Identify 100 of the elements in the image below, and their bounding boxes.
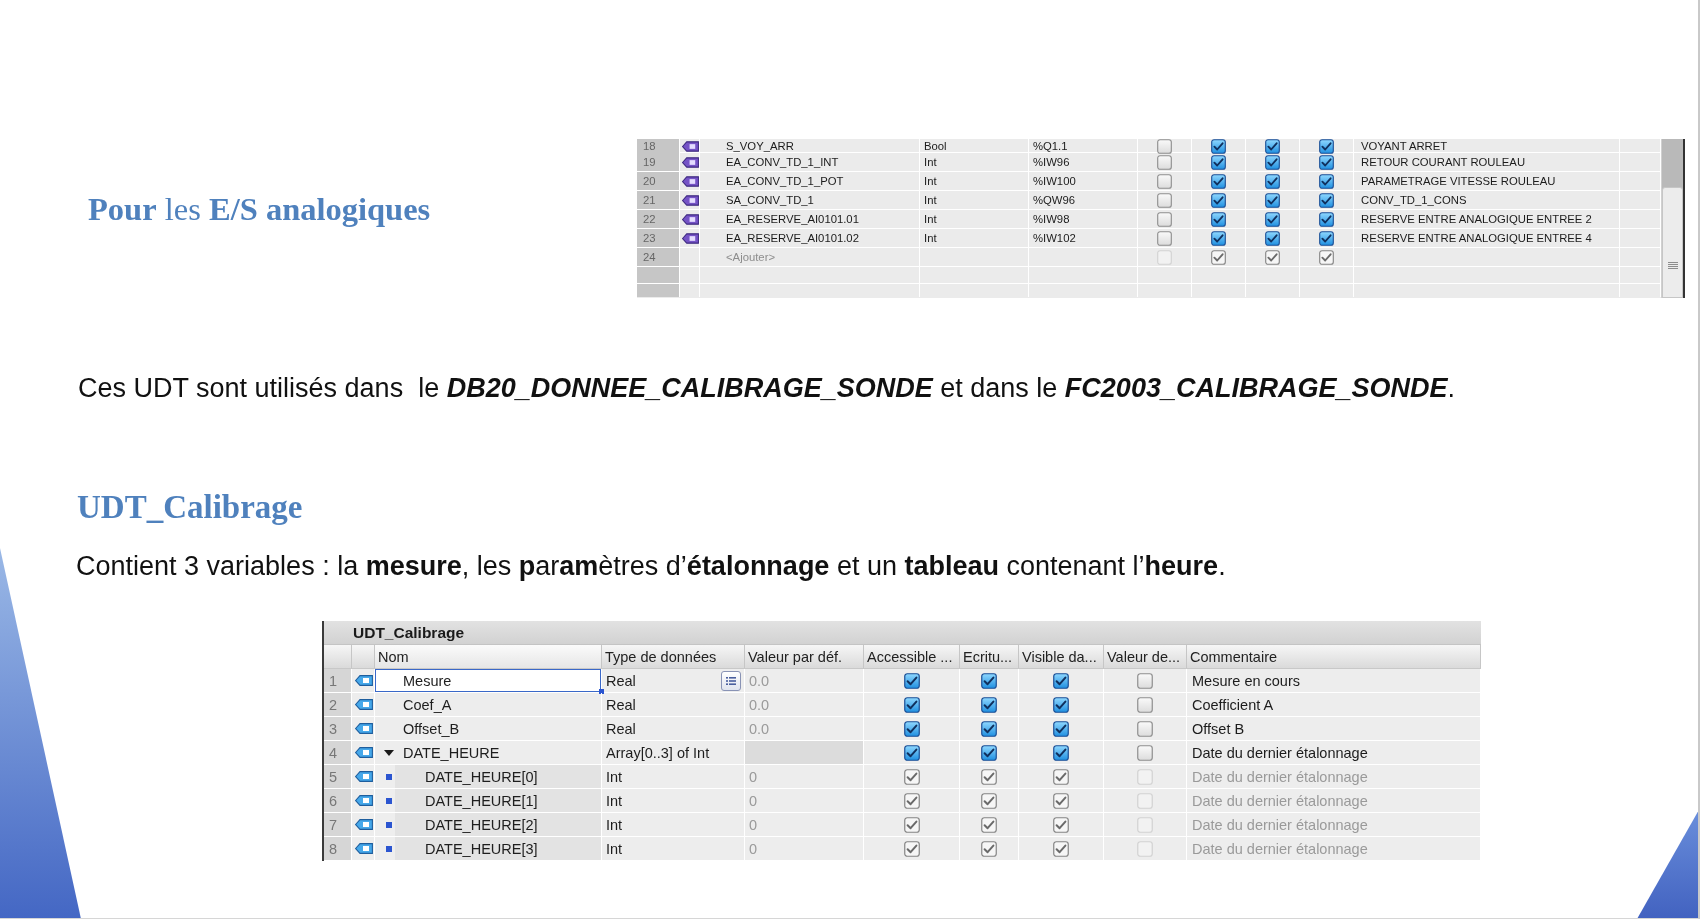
table-cell: 0.0 (745, 669, 864, 692)
variable-name: DATE_HEURE (403, 744, 500, 761)
checkbox[interactable] (1137, 744, 1153, 761)
section-heading: UDT_Calibrage (77, 488, 304, 527)
column-header[interactable]: Type de données (602, 645, 745, 668)
checkbox[interactable] (1157, 139, 1172, 154)
tag-icon (682, 232, 699, 244)
checkbox[interactable] (903, 672, 920, 689)
data-type: Int (606, 840, 623, 857)
checkbox[interactable] (1157, 230, 1172, 246)
checkbox[interactable] (1157, 211, 1172, 227)
checkbox[interactable] (1053, 696, 1069, 713)
checkbox[interactable] (1211, 139, 1226, 154)
checkbox[interactable] (1319, 192, 1334, 208)
row-number: 23 (637, 229, 680, 247)
checkbox[interactable] (1137, 720, 1153, 737)
table-cell: Date du dernier étalonnage (1187, 789, 1481, 812)
checkbox[interactable] (1319, 173, 1334, 189)
table-cell: %QW96 (1029, 191, 1138, 209)
expand-triangle-icon[interactable] (384, 747, 394, 758)
table-cell: Date du dernier étalonnage (1187, 813, 1481, 836)
checkbox[interactable] (1319, 230, 1334, 246)
square-icon (386, 821, 392, 828)
scrollbar[interactable] (1661, 139, 1683, 298)
table-cell: EA_CONV_TD_1_INT (700, 153, 920, 171)
checkbox[interactable] (1265, 192, 1280, 208)
row-number: 21 (637, 191, 680, 209)
checkbox[interactable] (1157, 192, 1172, 208)
column-header[interactable]: Valeur par déf. (745, 645, 864, 668)
checkbox[interactable] (1265, 173, 1280, 189)
list-icon (726, 675, 736, 686)
checkbox[interactable] (981, 672, 997, 689)
checkbox[interactable] (1319, 211, 1334, 227)
table-cell: VOYANT ARRET (1354, 139, 1620, 154)
column-header[interactable]: Visible da... (1019, 645, 1104, 668)
checkbox[interactable] (1211, 230, 1226, 246)
name-cell[interactable]: DATE_HEURE (375, 741, 602, 764)
scrollbar-thumb[interactable] (1662, 187, 1683, 298)
checkbox[interactable] (981, 744, 997, 761)
column-header[interactable]: Commentaire (1187, 645, 1481, 668)
variable-name: DATE_HEURE[0] (425, 768, 538, 785)
checkbox[interactable] (903, 744, 920, 761)
name-cell[interactable]: Offset_B (375, 717, 602, 740)
column-header[interactable]: Valeur de... (1104, 645, 1187, 668)
name-cell[interactable]: Coef_A (375, 693, 602, 716)
row-number: 20 (637, 172, 680, 190)
table-cell: EA_RESERVE_AI0101.02 (700, 229, 920, 247)
row-number: 5 (324, 765, 352, 788)
table-cell: CONV_TD_1_CONS (1354, 191, 1620, 209)
column-header[interactable]: Nom (375, 645, 602, 668)
checkbox[interactable] (1265, 154, 1280, 170)
table-cell: EA_CONV_TD_1_POT (700, 172, 920, 190)
checkbox[interactable] (1265, 211, 1280, 227)
table-cell: %IW96 (1029, 153, 1138, 171)
list-button[interactable] (721, 670, 741, 691)
checkbox[interactable] (1211, 211, 1226, 227)
checkbox[interactable] (1211, 173, 1226, 189)
checkbox[interactable] (1053, 720, 1069, 737)
checkbox[interactable] (981, 720, 997, 737)
checkbox[interactable] (981, 696, 997, 713)
table-cell: 0 (745, 765, 864, 788)
column-header[interactable]: Ecritu... (960, 645, 1019, 668)
checkbox[interactable] (903, 696, 920, 713)
variable-name: DATE_HEURE[1] (425, 792, 538, 809)
fill-handle[interactable] (599, 689, 604, 694)
table-cell: 0 (745, 789, 864, 812)
section-heading: Pour les E/S analogiques (88, 190, 432, 229)
tag-icon (682, 175, 699, 187)
data-type: Int (606, 816, 623, 833)
table-cell: Int (920, 153, 1029, 171)
checkbox[interactable] (1157, 154, 1172, 170)
square-icon (386, 773, 392, 780)
square-icon (386, 797, 392, 804)
name-cell[interactable]: Mesure (375, 669, 602, 692)
description-text: Contient 3 variables : la mesure, les paramètres d’étalonnage et un tableau contenant l’heure. (76, 550, 1227, 582)
row-number: 24 (637, 248, 680, 266)
table-cell: 0.0 (745, 717, 864, 740)
checkbox[interactable] (903, 720, 920, 737)
checkbox[interactable] (1211, 154, 1226, 170)
checkbox[interactable] (1265, 230, 1280, 246)
checkbox[interactable] (1211, 192, 1226, 208)
table-cell: PARAMETRAGE VITESSE ROULEAU (1354, 172, 1620, 190)
column-header[interactable]: Accessible ... (864, 645, 960, 668)
row-number: 7 (324, 813, 352, 836)
checkbox[interactable] (1053, 744, 1069, 761)
checkbox[interactable] (1319, 154, 1334, 170)
checkbox[interactable] (1137, 672, 1153, 689)
table-cell: %IW98 (1029, 210, 1138, 228)
checkbox[interactable] (1265, 139, 1280, 154)
checkbox[interactable] (1137, 696, 1153, 713)
checkbox[interactable] (1053, 672, 1069, 689)
table-cell: Int (920, 210, 1029, 228)
tag-icon (682, 194, 699, 206)
row-number: 1 (324, 669, 352, 692)
table-cell: Date du dernier étalonnage (1187, 765, 1481, 788)
checkbox[interactable] (1319, 139, 1334, 154)
checkbox[interactable] (1157, 173, 1172, 189)
table-cell: Date du dernier étalonnage (1187, 741, 1481, 764)
data-type: Array[0..3] of Int (606, 744, 710, 761)
usage-sentence: Ces UDT sont utilisés dans le DB20_DONNEE_CALIBRAGE_SONDE et dans le FC2003_CALIBRAGE_SONDE. (78, 372, 1456, 404)
